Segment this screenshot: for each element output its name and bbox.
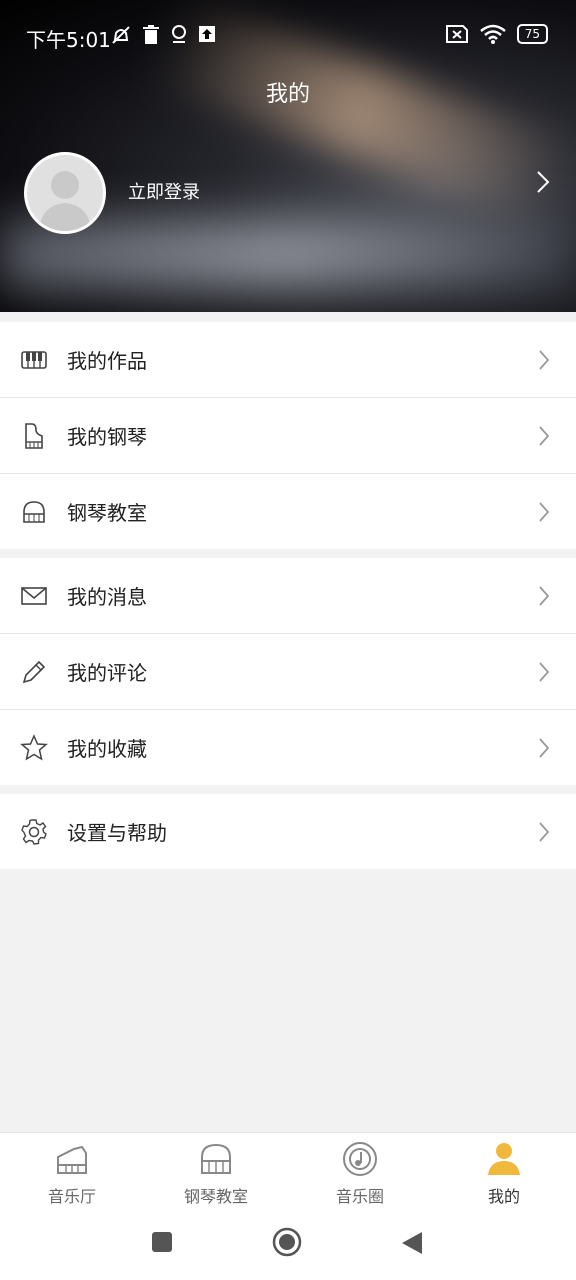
menu-item-piano-classroom[interactable]: 钢琴教室 (0, 474, 576, 549)
menu-group-works: 我的作品 我的钢琴 钢琴教室 (0, 322, 576, 549)
location-icon (172, 25, 186, 43)
grand-piano-icon (201, 1143, 231, 1174)
menu-item-my-piano[interactable]: 我的钢琴 (0, 398, 576, 474)
piano-keys-icon (21, 350, 47, 369)
tab-label: 音乐圈 (335, 1187, 384, 1206)
background-blur (0, 220, 576, 290)
menu-group-social: 我的消息 我的评论 我的收藏 (0, 558, 576, 785)
chevron-right-icon (539, 349, 550, 370)
person-icon (488, 1143, 520, 1175)
chevron-right-icon (539, 501, 550, 522)
menu-item-settings-help[interactable]: 设置与帮助 (0, 794, 576, 869)
tab-label: 音乐厅 (47, 1187, 96, 1206)
no-sim-icon (445, 25, 468, 43)
menu-label: 我的作品 (67, 349, 147, 373)
status-time: 下午5:01 (26, 28, 111, 52)
menu-label: 设置与帮助 (67, 821, 167, 845)
bottom-tab-bar: 音乐厅 钢琴教室 音乐圈 我的 (0, 1132, 576, 1213)
chevron-right-icon (539, 585, 550, 606)
system-navigation-bar (0, 1212, 576, 1280)
status-left-icons (110, 24, 216, 46)
tab-music-circle[interactable]: 音乐圈 (288, 1133, 432, 1213)
upright-piano-icon (25, 422, 43, 449)
battery-indicator: 75 (516, 24, 548, 44)
menu-label: 我的消息 (67, 585, 147, 609)
mail-icon (21, 586, 47, 605)
chevron-right-icon (539, 737, 550, 758)
home-button-icon[interactable] (272, 1227, 302, 1257)
pencil-icon (22, 660, 46, 683)
gear-icon (21, 818, 47, 845)
status-bar: 下午5:01 75 (0, 0, 576, 70)
chevron-right-icon (539, 821, 550, 842)
avatar[interactable] (24, 152, 106, 234)
back-button-icon[interactable] (400, 1230, 424, 1256)
tab-label: 钢琴教室 (183, 1187, 248, 1206)
person-silhouette-icon (39, 171, 91, 231)
tab-mine[interactable]: 我的 (432, 1133, 576, 1213)
menu-item-my-messages[interactable]: 我的消息 (0, 558, 576, 634)
menu-label: 钢琴教室 (67, 501, 147, 525)
chevron-right-icon (539, 661, 550, 682)
chevron-right-icon[interactable] (536, 170, 550, 194)
menu-item-my-favorites[interactable]: 我的收藏 (0, 710, 576, 785)
menu-item-my-works[interactable]: 我的作品 (0, 322, 576, 398)
tab-concert-hall[interactable]: 音乐厅 (0, 1133, 144, 1213)
menu-label: 我的收藏 (67, 737, 147, 761)
tab-piano-classroom[interactable]: 钢琴教室 (144, 1133, 288, 1213)
page-title: 我的 (265, 82, 310, 107)
trash-icon (143, 25, 159, 44)
grand-piano-icon (23, 500, 45, 523)
upload-icon (199, 26, 215, 42)
menu-group-settings: 设置与帮助 (0, 794, 576, 869)
chevron-right-icon (539, 425, 550, 446)
music-disc-icon (343, 1142, 377, 1176)
star-icon (20, 733, 48, 761)
menu-label: 我的评论 (67, 661, 147, 685)
recents-button-icon[interactable] (150, 1230, 174, 1254)
menu-label: 我的钢琴 (67, 425, 147, 449)
status-right-icons: 75 (445, 24, 548, 44)
piano-icon (57, 1145, 87, 1174)
menu-item-my-comments[interactable]: 我的评论 (0, 634, 576, 710)
tab-label: 我的 (487, 1187, 520, 1206)
mute-icon (112, 26, 130, 44)
login-link[interactable]: 立即登录 (128, 178, 200, 204)
wifi-icon (479, 24, 506, 44)
